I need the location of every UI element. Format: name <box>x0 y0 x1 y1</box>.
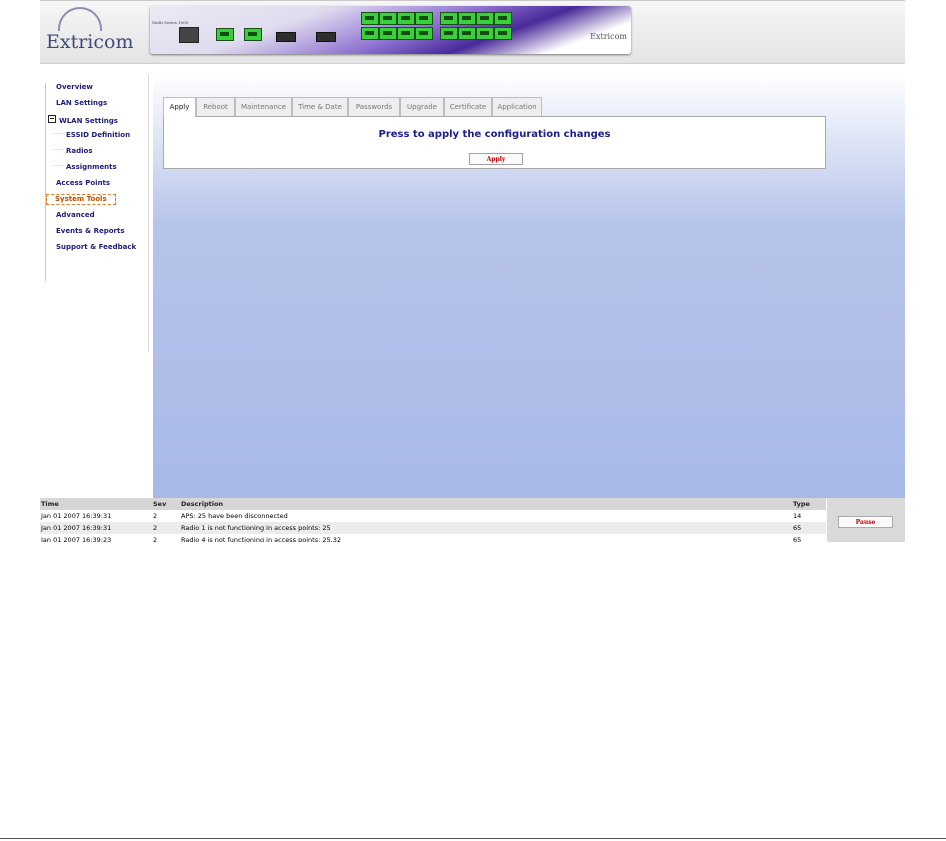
logo-arc-icon <box>58 7 102 31</box>
table-row[interactable]: Jan 01 2007 16:39:23 2 Radio 4 is not fu… <box>40 534 826 542</box>
extricom-logo: Extricom <box>46 5 136 57</box>
logo-text: Extricom <box>46 31 134 53</box>
event-sev: 2 <box>153 512 158 520</box>
app-frame: Extricom Multi Series 1000 Extricom Over… <box>40 0 905 542</box>
event-time: Jan 01 2007 16:39:31 <box>41 512 112 520</box>
sidebar-item-advanced[interactable]: Advanced <box>56 211 95 220</box>
tab-passwords[interactable]: Passwords <box>348 97 400 116</box>
event-description: Radio 4 is not functioning in access poi… <box>181 536 341 542</box>
apply-panel: Press to apply the configuration changes… <box>163 116 826 169</box>
ap-port-icon <box>379 27 397 40</box>
column-header-description[interactable]: Description <box>181 498 223 510</box>
sfp-port-icon <box>276 32 296 42</box>
ap-port-icon <box>476 12 494 25</box>
pause-button[interactable]: Pause <box>838 516 893 528</box>
sfp-port-icon <box>316 32 336 42</box>
sidebar-item-system-tools[interactable]: System Tools <box>46 194 116 205</box>
sidebar-item-assignments[interactable]: Assignments <box>66 163 117 172</box>
apply-button[interactable]: Apply <box>469 153 523 165</box>
console-port-icon <box>179 27 199 43</box>
ap-port-icon <box>379 12 397 25</box>
apply-message: Press to apply the configuration changes <box>378 129 611 140</box>
table-row[interactable]: Jan 01 2007 16:39:31 2 APS: 25 have been… <box>40 510 826 522</box>
ap-port-icon <box>397 12 415 25</box>
switch-front-panel: Multi Series 1000 Extricom <box>150 6 631 54</box>
column-header-type[interactable]: Type <box>793 498 810 510</box>
event-description: Radio 1 is not functioning in access poi… <box>181 524 331 532</box>
ap-port-icon <box>440 12 458 25</box>
main-content: Apply Reboot Maintenance Time & Date Pas… <box>153 75 905 498</box>
sidebar-item-radios[interactable]: Radios <box>66 147 93 156</box>
sidebar-item-wlan-settings[interactable]: WLAN Settings <box>48 115 118 126</box>
ap-port-icon <box>440 27 458 40</box>
sidebar-item-events-reports[interactable]: Events & Reports <box>56 227 125 236</box>
column-header-time[interactable]: Time <box>41 498 59 510</box>
bottom-divider <box>0 838 946 839</box>
event-time: Jan 01 2007 16:39:31 <box>41 524 112 532</box>
tree-connector: ···· <box>53 131 65 138</box>
ap-port-icon <box>415 12 433 25</box>
panel-model-label: Multi Series 1000 <box>152 20 189 25</box>
header-bar: Extricom Multi Series 1000 Extricom <box>40 0 905 64</box>
tab-upgrade[interactable]: Upgrade <box>400 97 444 116</box>
collapse-icon[interactable] <box>48 115 56 123</box>
ap-port-icon <box>458 12 476 25</box>
ap-port-icon <box>361 27 379 40</box>
tab-apply[interactable]: Apply <box>163 97 196 117</box>
lan-port-icon <box>216 28 234 41</box>
sidebar-item-label: WLAN Settings <box>59 117 118 125</box>
ap-port-icon <box>458 27 476 40</box>
event-type: 65 <box>793 536 802 542</box>
event-sev: 2 <box>153 524 158 532</box>
tree-connector: ···· <box>53 147 65 154</box>
events-header-row: Time Sev Description Type <box>40 498 826 510</box>
sidebar-nav: Overview LAN Settings WLAN Settings ····… <box>40 75 149 352</box>
column-header-sev[interactable]: Sev <box>153 498 166 510</box>
sidebar-item-support-feedback[interactable]: Support & Feedback <box>56 243 136 252</box>
panel-brand-label: Extricom <box>590 32 627 41</box>
tab-application[interactable]: Application <box>492 97 542 116</box>
event-type: 14 <box>793 512 802 520</box>
ap-port-icon <box>476 27 494 40</box>
event-type: 65 <box>793 524 802 532</box>
table-row[interactable]: Jan 01 2007 16:39:31 2 Radio 1 is not fu… <box>40 522 826 534</box>
pause-area: Pause <box>827 498 905 542</box>
sidebar-item-essid-definition[interactable]: ESSID Definition <box>66 131 130 140</box>
ap-port-icon <box>494 27 512 40</box>
events-panel: Time Sev Description Type Jan 01 2007 16… <box>40 498 905 542</box>
tab-certificate[interactable]: Certificate <box>444 97 492 116</box>
event-sev: 2 <box>153 536 158 542</box>
ap-port-icon <box>361 12 379 25</box>
lan-port-icon <box>244 28 262 41</box>
tree-connector: ···· <box>53 163 65 170</box>
tab-maintenance[interactable]: Maintenance <box>235 97 292 116</box>
event-description: APS: 25 have been disconnected <box>181 512 288 520</box>
ap-port-icon <box>415 27 433 40</box>
ap-port-icon <box>397 27 415 40</box>
sidebar-item-access-points[interactable]: Access Points <box>56 179 110 188</box>
tab-reboot[interactable]: Reboot <box>196 97 235 116</box>
tab-time-date[interactable]: Time & Date <box>292 97 348 116</box>
sidebar-item-lan-settings[interactable]: LAN Settings <box>56 99 107 108</box>
sidebar-item-overview[interactable]: Overview <box>56 83 93 92</box>
nav-tree-line <box>45 83 47 281</box>
event-time: Jan 01 2007 16:39:23 <box>41 536 112 542</box>
ap-port-icon <box>494 12 512 25</box>
